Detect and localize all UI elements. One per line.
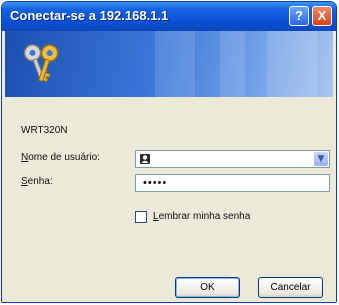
chevron-down-icon[interactable]: ▼ xyxy=(314,152,328,166)
dialog-banner xyxy=(5,31,333,97)
username-label: Nome de usuário: xyxy=(21,152,100,163)
remember-password-label[interactable]: Lembrar minha senha xyxy=(153,211,250,222)
cancel-button[interactable]: Cancelar xyxy=(258,277,323,298)
username-combobox[interactable]: ▼ xyxy=(135,150,330,168)
user-icon xyxy=(140,154,150,164)
remember-password-checkbox[interactable] xyxy=(135,211,147,223)
close-button[interactable]: X xyxy=(312,6,332,26)
login-dialog: Conectar-se a 192.168.1.1 ? X WRT320N No… xyxy=(1,1,337,303)
server-name: WRT320N xyxy=(21,125,68,136)
password-label: Senha: xyxy=(21,176,53,187)
dialog-content: WRT320N Nome de usuário: ▼ Senha: ••••• … xyxy=(5,97,333,299)
ok-button[interactable]: OK xyxy=(175,277,240,298)
password-field[interactable]: ••••• xyxy=(135,174,330,192)
help-button[interactable]: ? xyxy=(289,6,309,26)
window-title: Conectar-se a 192.168.1.1 xyxy=(10,8,169,23)
title-bar[interactable]: Conectar-se a 192.168.1.1 ? X xyxy=(2,2,336,31)
keys-icon xyxy=(23,44,59,83)
